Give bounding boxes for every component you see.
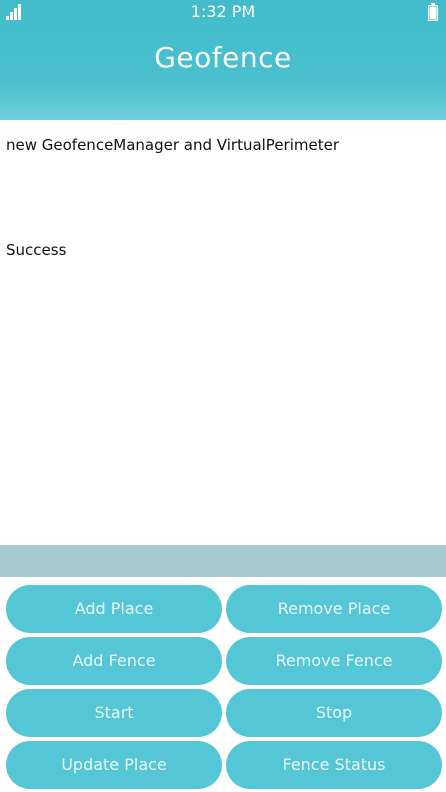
fence-status-button[interactable]: Fence Status (226, 741, 442, 789)
app-header: 1:32 PM Geofence (0, 0, 446, 120)
status-time: 1:32 PM (190, 2, 256, 21)
add-fence-button[interactable]: Add Fence (6, 637, 222, 685)
stop-button[interactable]: Stop (226, 689, 442, 737)
status-bar: 1:32 PM (0, 0, 446, 24)
log-output: new GeofenceManager and VirtualPerimeter… (0, 120, 446, 545)
button-panel: Add Place Remove Place Add Fence Remove … (0, 577, 446, 792)
divider-band (0, 545, 446, 577)
update-place-button[interactable]: Update Place (6, 741, 222, 789)
remove-fence-button[interactable]: Remove Fence (226, 637, 442, 685)
log-message: new GeofenceManager and VirtualPerimeter (6, 136, 340, 154)
start-button[interactable]: Start (6, 689, 222, 737)
remove-place-button[interactable]: Remove Place (226, 585, 442, 633)
battery-icon (428, 3, 438, 21)
page-title: Geofence (154, 41, 292, 74)
add-place-button[interactable]: Add Place (6, 585, 222, 633)
log-message: Success (6, 241, 67, 259)
